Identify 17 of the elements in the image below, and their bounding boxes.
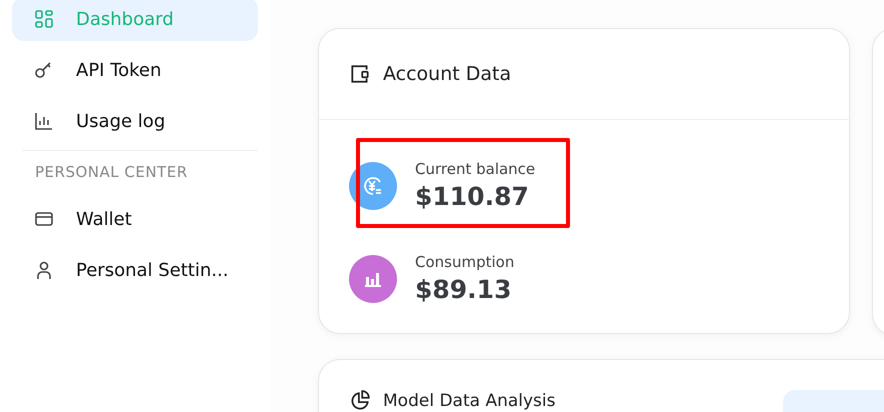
user-icon: [34, 260, 54, 280]
stat-label: Consumption: [415, 253, 514, 271]
sidebar-item[interactable]: Personal Settin...: [12, 248, 258, 292]
card-title: Account Data: [383, 63, 512, 85]
stat-label: Current balance: [415, 160, 536, 178]
stat-value: $110.87: [415, 182, 530, 211]
chart-icon: [34, 111, 54, 131]
section-title: PERSONAL CENTER: [34, 163, 189, 181]
sidebar-item[interactable]: Usage log: [12, 99, 258, 143]
sidebar-item[interactable]: API Token: [12, 48, 258, 92]
grid-icon: [34, 9, 54, 29]
sidebar-item[interactable]: Wallet: [12, 197, 258, 241]
card-title: Model Data Analysis: [383, 391, 556, 411]
wallet-icon: [349, 63, 371, 85]
pie-icon: [349, 390, 371, 412]
card-icon: [34, 209, 54, 229]
stat-value: $89.13: [415, 275, 512, 304]
